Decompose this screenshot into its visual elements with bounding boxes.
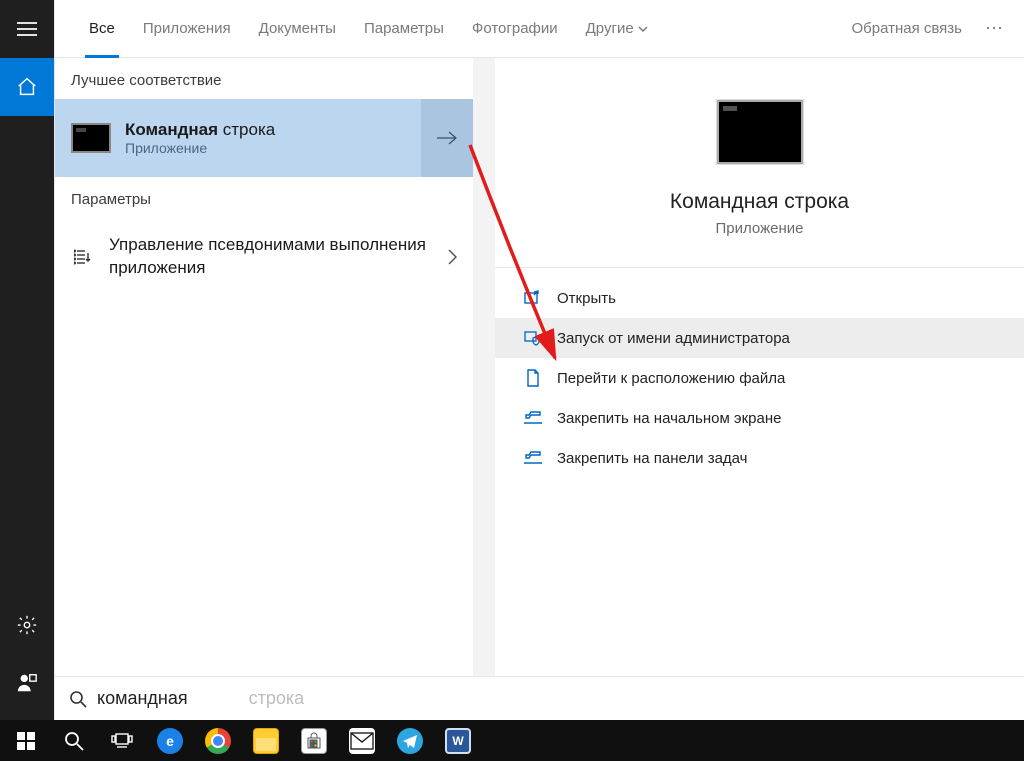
pin-start-icon xyxy=(523,411,543,425)
cmd-icon xyxy=(71,123,111,153)
settings-result-item[interactable]: Управление псевдонимами выполнения прило… xyxy=(55,218,473,296)
action-label: Запуск от имени администратора xyxy=(557,330,790,347)
detail-app-icon xyxy=(717,100,803,164)
filter-tabs: Все Приложения Документы Параметры Фотог… xyxy=(55,0,1024,58)
tab-documents[interactable]: Документы xyxy=(245,0,350,58)
taskbar-app-store[interactable] xyxy=(290,720,338,761)
taskbar-app-word[interactable]: W xyxy=(434,720,482,761)
start-button[interactable] xyxy=(2,720,50,761)
taskbar-app-mail[interactable] xyxy=(338,720,386,761)
results-column: Лучшее соответствие Командная строка При… xyxy=(55,58,473,676)
settings-button[interactable] xyxy=(0,596,54,654)
taskview-icon xyxy=(111,733,133,749)
detail-subtitle: Приложение xyxy=(716,220,804,237)
account-button[interactable] xyxy=(0,654,54,712)
expand-details-button[interactable] xyxy=(421,99,473,177)
detail-title: Командная строка xyxy=(670,190,849,214)
gear-icon xyxy=(16,614,38,636)
admin-shield-icon xyxy=(523,330,543,346)
tab-photos[interactable]: Фотографии xyxy=(458,0,572,58)
best-match-header: Лучшее соответствие xyxy=(55,58,473,99)
tab-more-label: Другие xyxy=(586,20,634,37)
taskbar-app-edge[interactable]: e xyxy=(146,720,194,761)
tab-more[interactable]: Другие xyxy=(572,0,662,58)
chevron-right-icon xyxy=(448,249,457,265)
more-button[interactable]: ⋯ xyxy=(974,18,1014,39)
best-match-subtitle: Приложение xyxy=(125,140,275,156)
action-label: Закрепить на начальном экране xyxy=(557,410,781,427)
taskbar-search-button[interactable] xyxy=(50,720,98,761)
action-pin-start[interactable]: Закрепить на начальном экране xyxy=(495,398,1024,438)
detail-actions: Открыть Запуск от имени администратора П… xyxy=(495,268,1024,488)
action-pin-taskbar[interactable]: Закрепить на панели задач xyxy=(495,438,1024,478)
detail-column: Командная строка Приложение Открыть xyxy=(495,58,1024,676)
action-label: Закрепить на панели задач xyxy=(557,450,748,467)
arrow-right-icon xyxy=(436,129,458,147)
taskbar-app-telegram[interactable] xyxy=(386,720,434,761)
open-icon xyxy=(523,290,543,306)
taskbar: e W xyxy=(0,720,1024,761)
taskbar-app-explorer[interactable] xyxy=(242,720,290,761)
tab-all[interactable]: Все xyxy=(75,0,129,58)
best-match-title: Командная строка xyxy=(125,120,275,140)
search-sidebar xyxy=(0,0,54,720)
settings-results-header: Параметры xyxy=(55,177,473,218)
account-icon xyxy=(16,672,38,694)
home-icon xyxy=(16,76,38,98)
action-open-location[interactable]: Перейти к расположению файла xyxy=(495,358,1024,398)
file-location-icon xyxy=(523,369,543,387)
action-label: Перейти к расположению файла xyxy=(557,370,785,387)
tab-apps[interactable]: Приложения xyxy=(129,0,245,58)
search-icon xyxy=(64,731,84,751)
hamburger-button[interactable] xyxy=(0,0,54,58)
search-input[interactable] xyxy=(97,688,1010,709)
search-bar: командная строка xyxy=(55,676,1024,720)
feedback-link[interactable]: Обратная связь xyxy=(839,20,974,37)
task-view-button[interactable] xyxy=(98,720,146,761)
list-icon xyxy=(71,249,95,265)
pin-taskbar-icon xyxy=(523,451,543,465)
search-icon xyxy=(69,690,87,708)
taskbar-app-chrome[interactable] xyxy=(194,720,242,761)
best-match-item[interactable]: Командная строка Приложение xyxy=(55,99,473,177)
settings-result-label: Управление псевдонимами выполнения прило… xyxy=(109,234,434,280)
action-open[interactable]: Открыть xyxy=(495,278,1024,318)
action-label: Открыть xyxy=(557,290,616,307)
action-run-admin[interactable]: Запуск от имени администратора xyxy=(495,318,1024,358)
home-button[interactable] xyxy=(0,58,54,116)
tab-settings[interactable]: Параметры xyxy=(350,0,458,58)
search-window: Все Приложения Документы Параметры Фотог… xyxy=(54,0,1024,720)
chevron-down-icon xyxy=(638,26,648,32)
start-icon xyxy=(17,732,35,750)
